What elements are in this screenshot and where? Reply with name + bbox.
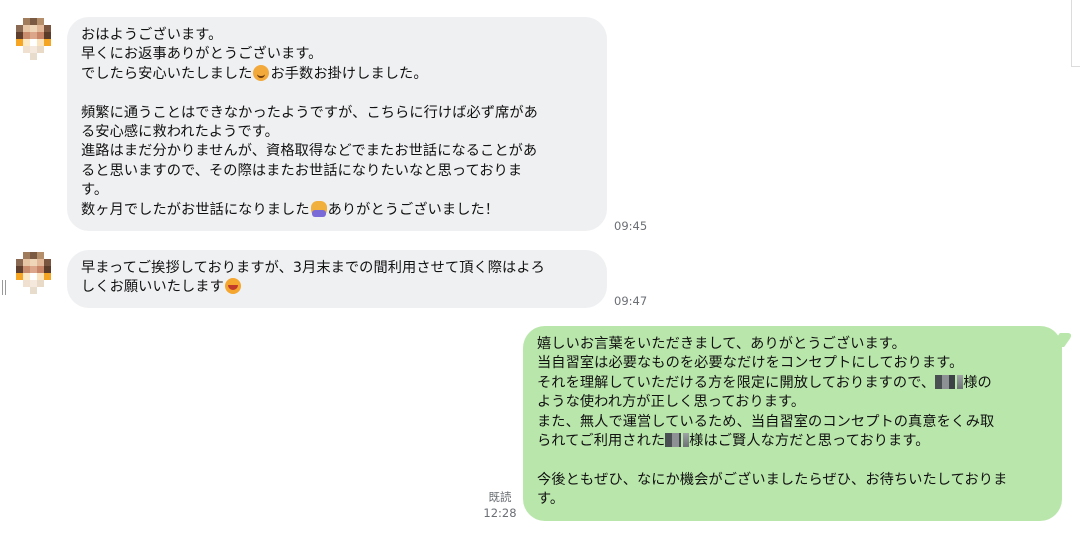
bowing-person-icon: [310, 200, 327, 217]
message-line: られてご利用された 様はご賢人な方だと思っております。: [537, 433, 930, 450]
message-line: す。: [81, 182, 109, 199]
message-line: す。: [537, 491, 565, 508]
message-line: しくお願いいたします: [81, 278, 591, 297]
read-receipt-label: 既読: [488, 490, 512, 504]
sender-avatar[interactable]: [16, 18, 51, 60]
message-line: 進路はまだ分かりませんが、資格取得などでまたお世話になることがあ: [81, 143, 538, 160]
message-line: 頻繁に通うことはできなかったようですが、こちらに行けば必ず席があ: [81, 104, 538, 121]
read-status: 既読 12:28: [482, 489, 518, 521]
relieved-face-icon: [253, 64, 270, 81]
sender-avatar[interactable]: [16, 252, 51, 294]
resize-handle[interactable]: [2, 280, 8, 295]
message-line: 今後ともぜひ、なにか機会がございましたらぜひ、お待ちいたしておりま: [537, 471, 1008, 488]
message-line: 嬉しいお言葉をいただきまして、ありがとうございます。: [537, 336, 906, 352]
redacted-name-icon: [665, 433, 682, 448]
smiling-face-icon: [224, 278, 241, 295]
message-timestamp: 09:45: [614, 219, 648, 233]
message-line: る安心感に救われたようです。: [81, 124, 279, 141]
message-line: ると思いますので、その際はまたお世話になりたいなと思っておりま: [81, 162, 523, 179]
message-line: 数ヶ月でしたがお世話になりました ありがとうございました！: [81, 200, 500, 218]
message-line: それを理解していただける方を限定に開放しておりますので、 様の: [537, 374, 992, 391]
message-line: でしたら安心いたしました お手数お掛けしました。: [81, 64, 428, 82]
message-line: 当自習室は必要なものを必要なだけをコンセプトにしております。: [537, 355, 964, 372]
message-line: 早くにお返事ありがとうございます。: [81, 46, 323, 63]
message-timestamp: 12:28: [483, 506, 517, 520]
scrollbar[interactable]: [1071, 0, 1080, 67]
message-line: おはようございます。: [81, 27, 223, 43]
incoming-message-bubble[interactable]: おはようございます。 早くにお返事ありがとうございます。 でしたら安心いたしまし…: [67, 17, 607, 231]
outgoing-message-bubble[interactable]: 嬉しいお言葉をいただきまして、ありがとうございます。 当自習室は必要なものを必要…: [523, 326, 1062, 521]
redacted-name-icon: [935, 374, 956, 389]
message-line: また、無人で運営しているため、当自習室のコンセプトの真意をくみ取: [537, 413, 995, 430]
message-line: 早まってご挨拶しておりますが、3月末までの間利用させて頂く際はよろ: [81, 260, 545, 276]
incoming-message-bubble[interactable]: 早まってご挨拶しておりますが、3月末までの間利用させて頂く際はよろ しくお願いい…: [67, 250, 607, 308]
message-line: ような使われ方が正しく思っております。: [537, 394, 806, 411]
message-timestamp: 09:47: [614, 294, 648, 308]
